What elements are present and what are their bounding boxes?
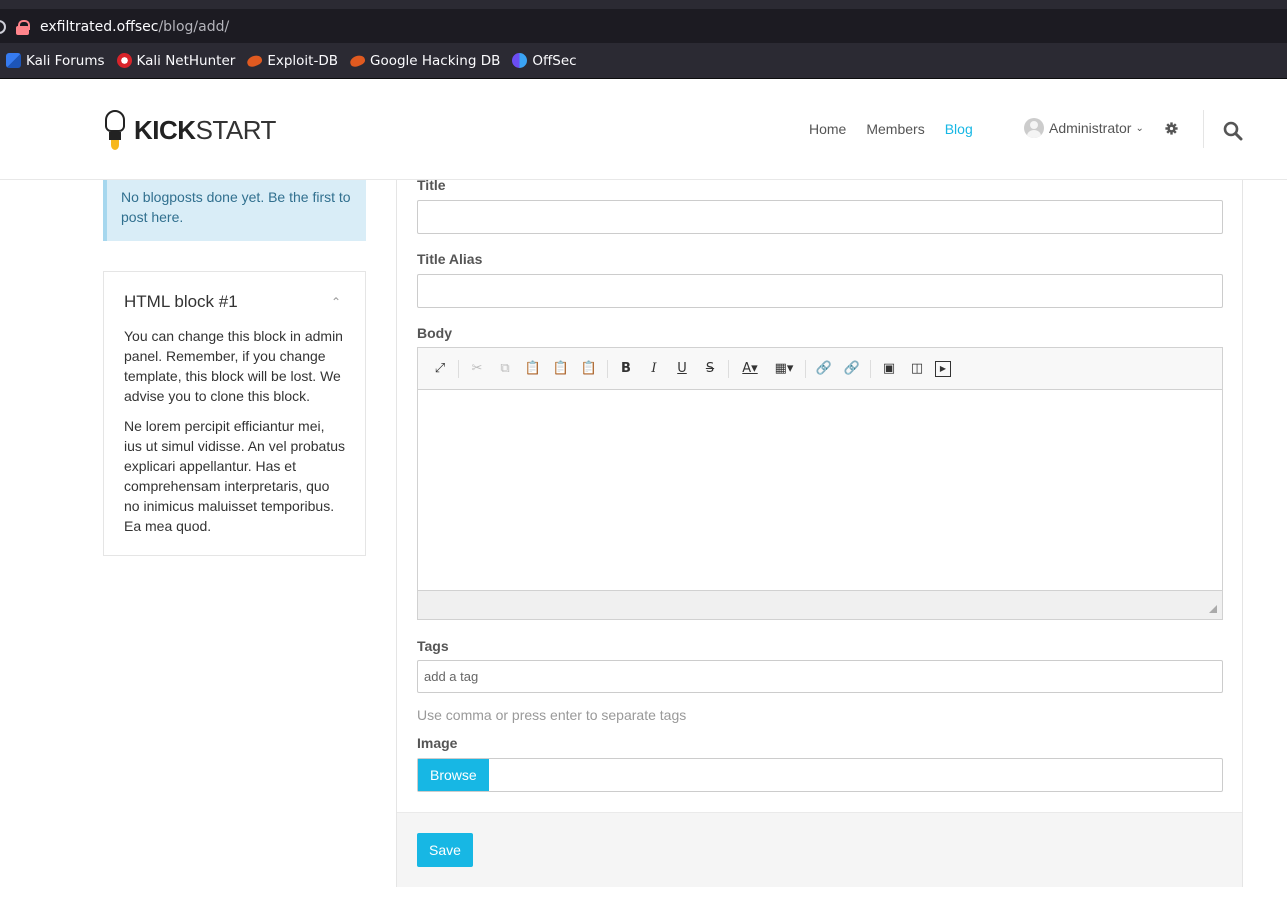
offsec-icon xyxy=(512,53,528,68)
paste-word-icon[interactable]: 📋 xyxy=(579,359,599,379)
ghdb-icon xyxy=(348,53,367,68)
tags-help-text: Use comma or press enter to separate tag… xyxy=(417,707,687,723)
nav-blog[interactable]: Blog xyxy=(945,121,973,137)
bookmark-exploit-db[interactable]: Exploit-DB xyxy=(246,53,338,69)
url-bar[interactable]: exfiltrated.offsec/blog/add/ xyxy=(0,10,1287,43)
chevron-down-icon: ⌄ xyxy=(1135,122,1144,134)
underline-icon[interactable]: U xyxy=(672,359,692,379)
block-title: HTML block #1 xyxy=(124,292,238,311)
lightbulb-rocket-icon xyxy=(102,110,128,150)
insecure-lock-icon[interactable] xyxy=(16,19,30,35)
resize-handle-icon[interactable] xyxy=(1209,605,1217,613)
title-label: Title xyxy=(417,177,446,193)
browse-button[interactable]: Browse xyxy=(418,759,489,791)
gear-icon[interactable] xyxy=(1165,122,1178,135)
bookmark-google-hacking-db[interactable]: Google Hacking DB xyxy=(348,53,500,69)
html-block: HTML block #1 ⌃ You can change this bloc… xyxy=(103,271,366,556)
avatar xyxy=(1024,118,1044,138)
bookmark-kali-forums[interactable]: Kali Forums xyxy=(6,53,105,69)
user-menu[interactable]: Administrator ⌄ xyxy=(1024,118,1144,138)
main-nav: Home Members Blog xyxy=(809,121,993,137)
editor-statusbar xyxy=(418,590,1222,619)
copy-icon[interactable]: ⧉ xyxy=(495,359,515,379)
url-text[interactable]: exfiltrated.offsec/blog/add/ xyxy=(40,19,229,35)
bookmark-offsec[interactable]: OffSec xyxy=(512,53,577,69)
tags-input[interactable]: add a tag xyxy=(417,660,1223,693)
image-icon[interactable]: ▣ xyxy=(879,359,899,379)
iframe-icon[interactable]: ◫ xyxy=(907,359,927,379)
browser-tab-strip xyxy=(0,0,1287,10)
nav-home[interactable]: Home xyxy=(809,121,846,137)
maximize-icon[interactable]: ⤢ xyxy=(430,359,450,379)
unlink-icon[interactable]: 🔗 xyxy=(842,359,862,379)
link-icon[interactable]: 🔗 xyxy=(814,359,834,379)
site-logo[interactable]: KICKSTART xyxy=(102,110,276,150)
block-paragraph: Ne lorem percipit efficiantur mei, ius u… xyxy=(124,418,345,534)
bold-icon[interactable]: B xyxy=(616,359,636,379)
block-paragraph: You can change this block in admin panel… xyxy=(124,328,343,404)
paste-text-icon[interactable]: 📋 xyxy=(551,359,571,379)
block-header[interactable]: HTML block #1 ⌃ xyxy=(124,292,345,312)
exploit-db-icon xyxy=(246,53,264,68)
user-name: Administrator xyxy=(1049,120,1132,136)
bg-color-icon[interactable]: ▦▾ xyxy=(771,359,797,379)
nethunter-icon xyxy=(116,53,132,68)
rich-text-editor: ⤢ ✂ ⧉ 📋 📋 📋 B I U S A▾ ▦▾ 🔗 🔗 ▣ ◫ ▶ xyxy=(417,347,1223,620)
cut-icon[interactable]: ✂ xyxy=(467,359,487,379)
logo-text-light: START xyxy=(195,114,277,145)
editor-content-area[interactable] xyxy=(418,390,1222,590)
text-color-icon[interactable]: A▾ xyxy=(737,359,763,379)
strike-icon[interactable]: S xyxy=(700,359,720,379)
kali-icon xyxy=(6,53,21,68)
paste-icon[interactable]: 📋 xyxy=(523,359,543,379)
reload-icon[interactable] xyxy=(0,19,6,34)
chevron-up-icon[interactable]: ⌃ xyxy=(331,295,341,309)
header-divider xyxy=(1203,110,1204,148)
tags-placeholder: add a tag xyxy=(424,669,479,684)
form-footer: Save xyxy=(397,812,1242,887)
save-button[interactable]: Save xyxy=(417,833,473,867)
title-alias-input[interactable] xyxy=(417,274,1223,308)
blog-post-form: Title Title Alias Body ⤢ ✂ ⧉ 📋 📋 📋 B I U… xyxy=(396,177,1243,887)
logo-text-bold: KICK xyxy=(134,114,196,145)
title-input[interactable] xyxy=(417,200,1223,234)
bookmarks-bar: Kali Forums Kali NetHunter Exploit-DB Go… xyxy=(0,43,1287,79)
search-icon[interactable] xyxy=(1223,121,1243,141)
site-header: KICKSTART Home Members Blog Administrato… xyxy=(0,80,1287,180)
italic-icon[interactable]: I xyxy=(644,359,664,379)
image-label: Image xyxy=(417,735,458,751)
tags-label: Tags xyxy=(417,638,449,654)
no-posts-alert: No blogposts done yet. Be the first to p… xyxy=(103,180,366,241)
image-file-input[interactable]: Browse xyxy=(417,758,1223,792)
title-alias-label: Title Alias xyxy=(417,251,483,267)
body-label: Body xyxy=(417,325,452,341)
editor-toolbar: ⤢ ✂ ⧉ 📋 📋 📋 B I U S A▾ ▦▾ 🔗 🔗 ▣ ◫ ▶ xyxy=(418,348,1222,390)
youtube-icon[interactable]: ▶ xyxy=(935,360,951,377)
bookmark-kali-nethunter[interactable]: Kali NetHunter xyxy=(116,53,235,69)
nav-members[interactable]: Members xyxy=(866,121,924,137)
